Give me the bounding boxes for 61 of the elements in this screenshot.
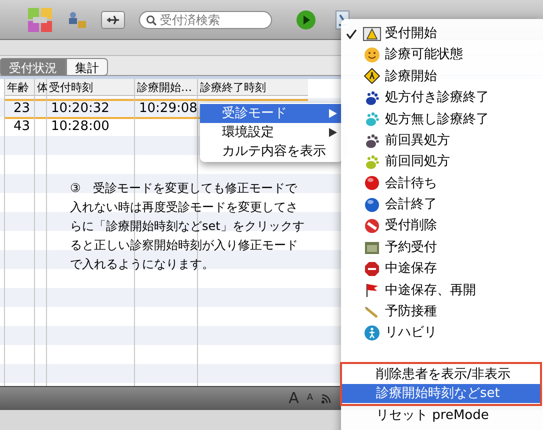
menu-item[interactable]: 処方無し診療終了: [341, 108, 543, 130]
syringe-icon: [364, 304, 380, 320]
menu-item[interactable]: 予約受付: [341, 236, 543, 258]
column-header[interactable]: 受付時刻: [47, 79, 134, 96]
menu-item[interactable]: 診療可能状態: [341, 44, 543, 66]
menu-item[interactable]: 前回異処方: [341, 130, 543, 152]
colorful-grid-icon[interactable]: [27, 6, 53, 32]
menu-item[interactable]: 中途保存: [341, 258, 543, 280]
menu-item[interactable]: リハビリ: [341, 322, 543, 344]
tab[interactable]: 集計: [66, 58, 108, 76]
paw-icon: [364, 111, 380, 128]
menu-item[interactable]: 会計終了: [341, 194, 543, 216]
search-icon: [146, 14, 157, 26]
submenu-arrow-icon: [329, 128, 337, 137]
tab[interactable]: 受付状況: [0, 58, 66, 76]
menu-item[interactable]: 受付開始: [341, 23, 543, 44]
no-entry-icon: [364, 218, 380, 234]
search-field[interactable]: 受付済検索: [139, 10, 272, 28]
menu-item[interactable]: 予防接種: [341, 301, 543, 322]
ball-icon: [364, 175, 380, 192]
table-cell: 23: [5, 99, 34, 119]
menu-item[interactable]: 環境設定: [200, 123, 343, 142]
paw-icon: [364, 154, 380, 170]
paw-icon: [364, 132, 380, 149]
menu-item[interactable]: 受付削除: [341, 216, 543, 237]
menu-item[interactable]: 会計待ち: [341, 172, 543, 194]
menu-item[interactable]: 中途保存、再開: [341, 280, 543, 302]
flag-icon: [364, 282, 380, 298]
paw-icon: [364, 90, 380, 106]
calendar-icon: [364, 240, 380, 256]
column-header[interactable]: 診療開始…: [135, 79, 197, 96]
menu-item[interactable]: 前回同処方: [341, 151, 543, 173]
menu-item[interactable]: 削除患者を表示/非表示: [342, 364, 540, 384]
menu-item[interactable]: リセット preMode: [341, 406, 543, 425]
walking-person-icon: [364, 325, 380, 342]
menu-item[interactable]: 受診モード: [200, 104, 343, 123]
note-text: ③ 受診モードを変更しても修正モードで入れない時は再度受診モードを変更してさらに「診療開始時刻などset」をクリックすると正しい診察開始時刻が入り修正モードで入れるようになります。: [70, 180, 306, 273]
submenu-arrow-icon: [329, 109, 337, 118]
warning-icon: [363, 26, 381, 41]
column-header[interactable]: 年齢: [5, 79, 34, 96]
column-header[interactable]: 体: [35, 79, 46, 96]
rss-icon[interactable]: [321, 394, 331, 404]
menu-item[interactable]: カルテ内容を表示: [200, 142, 343, 161]
smiley-icon: [364, 47, 380, 64]
menu-item[interactable]: 処方付き診療終了: [341, 87, 543, 109]
font-size-button[interactable]: A: [306, 392, 313, 406]
table-cell: 10:20:32: [47, 99, 134, 119]
table-cell: 10:29:08: [135, 99, 197, 119]
airplane-button[interactable]: [101, 10, 125, 28]
table-cell: [35, 99, 46, 119]
menu-item[interactable]: 診療開始: [341, 66, 543, 88]
column-header[interactable]: 診療終了時刻: [198, 79, 308, 96]
table-cell-text: 10:28:00: [50, 119, 110, 136]
stop-sign-icon: [364, 260, 380, 277]
menu-item[interactable]: 診療開始時刻などset: [342, 384, 540, 403]
road-sign-icon: [364, 68, 380, 84]
ball-icon: [364, 196, 380, 213]
airplane-icon: [106, 14, 120, 24]
table-cell-text: 43: [12, 119, 31, 136]
checkmark-icon: [346, 28, 357, 39]
play-icon[interactable]: [296, 10, 316, 30]
